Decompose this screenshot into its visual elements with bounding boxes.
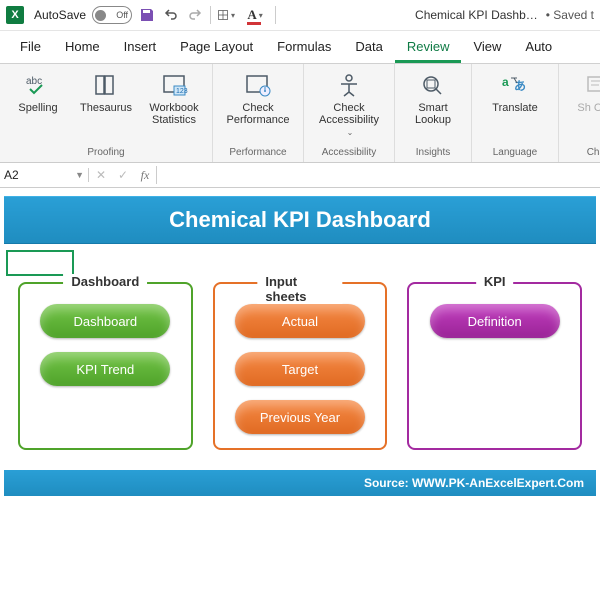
group-performance: Check Performance Performance xyxy=(213,64,304,162)
ribbon-tabs: File Home Insert Page Layout Formulas Da… xyxy=(0,31,600,64)
autosave-switch[interactable]: Off xyxy=(92,6,132,24)
workbook-statistics-icon: 123 xyxy=(159,70,189,100)
panel-input-legend: Input sheets xyxy=(257,274,342,304)
check-accessibility-button[interactable]: Check Accessibility ⌄ xyxy=(308,68,390,141)
cancel-formula-icon[interactable]: ✕ xyxy=(90,168,112,182)
kpi-trend-button[interactable]: KPI Trend xyxy=(40,352,170,386)
excel-logo-icon: X xyxy=(6,6,24,24)
font-color-icon[interactable]: A▾ xyxy=(241,6,269,24)
group-accessibility-label: Accessibility xyxy=(322,145,376,160)
tab-formulas[interactable]: Formulas xyxy=(265,33,343,63)
translate-icon: aあ xyxy=(500,70,530,100)
translate-button[interactable]: aあ Translate xyxy=(476,68,554,116)
save-status: • Saved t xyxy=(546,8,594,22)
workbook-statistics-button[interactable]: 123 Workbook Statistics xyxy=(140,68,208,128)
smart-lookup-label: Smart Lookup xyxy=(405,102,461,126)
show-changes-label: Sh Chai xyxy=(577,102,600,114)
autosave-state: Off xyxy=(116,10,128,20)
actual-button[interactable]: Actual xyxy=(235,304,365,338)
dashboard-title: Chemical KPI Dashboard xyxy=(4,196,596,244)
check-performance-label: Check Performance xyxy=(223,102,293,126)
definition-button[interactable]: Definition xyxy=(430,304,560,338)
group-performance-label: Performance xyxy=(229,145,286,160)
fx-icon[interactable]: fx xyxy=(134,168,156,183)
tab-automate[interactable]: Auto xyxy=(513,33,564,63)
panel-dashboard-legend: Dashboard xyxy=(63,274,147,289)
name-box[interactable]: A2 ▼ xyxy=(0,168,89,182)
smart-lookup-button[interactable]: Smart Lookup xyxy=(399,68,467,128)
autosave-toggle[interactable]: AutoSave Off xyxy=(34,6,132,24)
panel-dashboard: Dashboard Dashboard KPI Trend xyxy=(18,282,193,450)
worksheet: Chemical KPI Dashboard Dashboard Dashboa… xyxy=(4,196,596,496)
tab-insert[interactable]: Insert xyxy=(112,33,169,63)
translate-label: Translate xyxy=(492,102,537,114)
dashboard-footer: Source: WWW.PK-AnExcelExpert.Com xyxy=(4,470,596,496)
group-language: aあ Translate Language xyxy=(472,64,559,162)
name-box-value: A2 xyxy=(4,168,19,182)
panel-kpi-legend: KPI xyxy=(476,274,514,289)
group-insights: Smart Lookup Insights xyxy=(395,64,472,162)
spelling-label: Spelling xyxy=(18,102,57,114)
svg-text:a: a xyxy=(502,75,509,89)
tab-review[interactable]: Review xyxy=(395,33,462,63)
check-performance-icon xyxy=(243,70,273,100)
toggle-knob xyxy=(95,10,106,21)
check-performance-button[interactable]: Check Performance xyxy=(217,68,299,128)
doc-name[interactable]: Chemical KPI Dashb… xyxy=(415,8,538,22)
save-icon[interactable] xyxy=(138,6,156,24)
tab-data[interactable]: Data xyxy=(343,33,394,63)
undo-icon[interactable] xyxy=(162,6,180,24)
group-changes-label: Chai xyxy=(587,145,600,160)
spelling-button[interactable]: abc Spelling xyxy=(4,68,72,116)
target-button[interactable]: Target xyxy=(235,352,365,386)
borders-icon[interactable]: ▾ xyxy=(217,6,235,24)
dashboard-button[interactable]: Dashboard xyxy=(40,304,170,338)
panel-input-sheets: Input sheets Actual Target Previous Year xyxy=(213,282,388,450)
group-proofing-label: Proofing xyxy=(87,145,124,160)
selected-cell-A2[interactable] xyxy=(6,250,74,276)
group-changes: Sh Chai Chai xyxy=(559,64,600,162)
panel-kpi: KPI Definition xyxy=(407,282,582,450)
group-language-label: Language xyxy=(493,145,538,160)
redo-icon[interactable] xyxy=(186,6,204,24)
svg-text:abc: abc xyxy=(26,76,42,87)
group-insights-label: Insights xyxy=(416,145,450,160)
smart-lookup-icon xyxy=(418,70,448,100)
worksheet-area[interactable]: Chemical KPI Dashboard Dashboard Dashboa… xyxy=(0,188,600,500)
chevron-down-icon: ▼ xyxy=(75,170,84,180)
formula-bar: A2 ▼ ✕ ✓ fx xyxy=(0,163,600,188)
workbook-statistics-label: Workbook Statistics xyxy=(146,102,202,126)
document-title: Chemical KPI Dashb… • Saved t xyxy=(415,8,594,22)
check-accessibility-label: Check Accessibility ⌄ xyxy=(314,102,384,139)
tab-page-layout[interactable]: Page Layout xyxy=(168,33,265,63)
group-proofing: abc Spelling Thesaurus 123 Workbook Stat… xyxy=(0,64,213,162)
autosave-label: AutoSave xyxy=(34,8,86,22)
tab-file[interactable]: File xyxy=(8,33,53,63)
thesaurus-icon xyxy=(91,70,121,100)
ribbon: abc Spelling Thesaurus 123 Workbook Stat… xyxy=(0,64,600,163)
thesaurus-label: Thesaurus xyxy=(80,102,132,114)
previous-year-button[interactable]: Previous Year xyxy=(235,400,365,434)
quick-access-toolbar: X AutoSave Off ▾ A▾ Chemical KPI Dashb… … xyxy=(0,0,600,31)
tab-home[interactable]: Home xyxy=(53,33,112,63)
svg-text:123: 123 xyxy=(176,88,188,95)
group-accessibility: Check Accessibility ⌄ Accessibility xyxy=(304,64,395,162)
tab-view[interactable]: View xyxy=(461,33,513,63)
separator xyxy=(210,6,211,24)
spelling-icon: abc xyxy=(23,70,53,100)
enter-formula-icon[interactable]: ✓ xyxy=(112,168,134,182)
separator xyxy=(275,6,276,24)
show-changes-icon xyxy=(582,70,600,100)
thesaurus-button[interactable]: Thesaurus xyxy=(72,68,140,116)
chevron-down-icon: ⌄ xyxy=(347,128,354,137)
panels-row: Dashboard Dashboard KPI Trend Input shee… xyxy=(4,276,596,470)
show-changes-button: Sh Chai xyxy=(563,68,600,116)
check-accessibility-icon xyxy=(334,70,364,100)
